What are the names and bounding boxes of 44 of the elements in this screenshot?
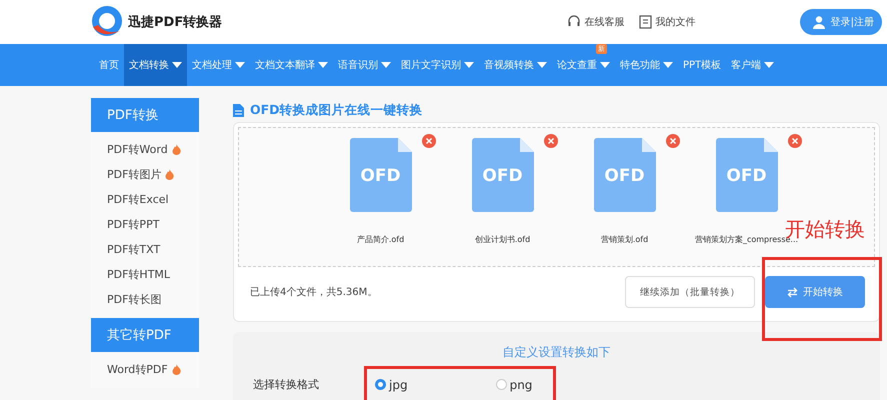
page-title: OFD转换成图片在线一键转换 [250, 102, 423, 118]
file-icon [472, 138, 534, 212]
file-type-label: OFD [725, 166, 768, 186]
remove-icon[interactable] [422, 134, 436, 148]
remove-icon[interactable] [788, 134, 802, 148]
sidebar-item[interactable]: PDF转长图 [91, 287, 199, 312]
file-name: 创业计划书.ofd [474, 234, 530, 245]
file-type-label: OFD [603, 166, 646, 186]
sidebar-item[interactable]: PDF转Excel [91, 187, 199, 212]
file-icon [594, 138, 656, 212]
sidebar-item[interactable]: PDF转PPT [91, 212, 199, 237]
add-files-button[interactable]: 继续添加（批量转换） [625, 276, 755, 308]
headset-icon [566, 15, 581, 29]
brand-name: 迅捷PDF转换器 [128, 14, 222, 31]
file-icon [350, 138, 412, 212]
file-name: 营销策划.ofd [600, 234, 648, 245]
sidebar-heading: 其它转PDF [91, 318, 199, 352]
format-option[interactable]: png [496, 378, 532, 392]
remove-icon[interactable] [544, 134, 558, 148]
document-icon [638, 15, 652, 29]
format-option[interactable]: jpg [375, 378, 408, 392]
swap-icon [787, 286, 798, 298]
upload-status: 已上传4个文件，共5.36M。 [250, 286, 378, 299]
header-link[interactable]: 在线客服 [566, 15, 625, 29]
sidebar-item[interactable]: PDF转图片 [91, 162, 199, 187]
user-icon [812, 15, 826, 29]
sidebar-item[interactable]: PDF转Word [91, 137, 199, 162]
sidebar-item[interactable]: PDF转TXT [91, 237, 199, 262]
document-icon [233, 104, 244, 116]
sidebar-item[interactable]: Word转PDF [91, 357, 199, 382]
header-link[interactable]: 我的文件 [638, 15, 696, 29]
file-type-label: OFD [359, 166, 402, 186]
logo-icon [90, 5, 124, 39]
file-icon [716, 138, 778, 212]
settings-title: 自定义设置转换如下 [502, 344, 612, 361]
nav-item[interactable]: 文档转换 [124, 44, 187, 86]
radio-button[interactable] [496, 379, 507, 390]
sidebar-heading: PDF转换 [91, 98, 199, 132]
remove-icon[interactable] [666, 134, 680, 148]
radio-button[interactable] [375, 379, 386, 390]
file-type-label: OFD [481, 166, 524, 186]
file-name: 产品简介.ofd [356, 234, 404, 245]
sidebar-item[interactable]: PDF转HTML [91, 262, 199, 287]
format-label: 选择转换格式 [253, 377, 320, 392]
